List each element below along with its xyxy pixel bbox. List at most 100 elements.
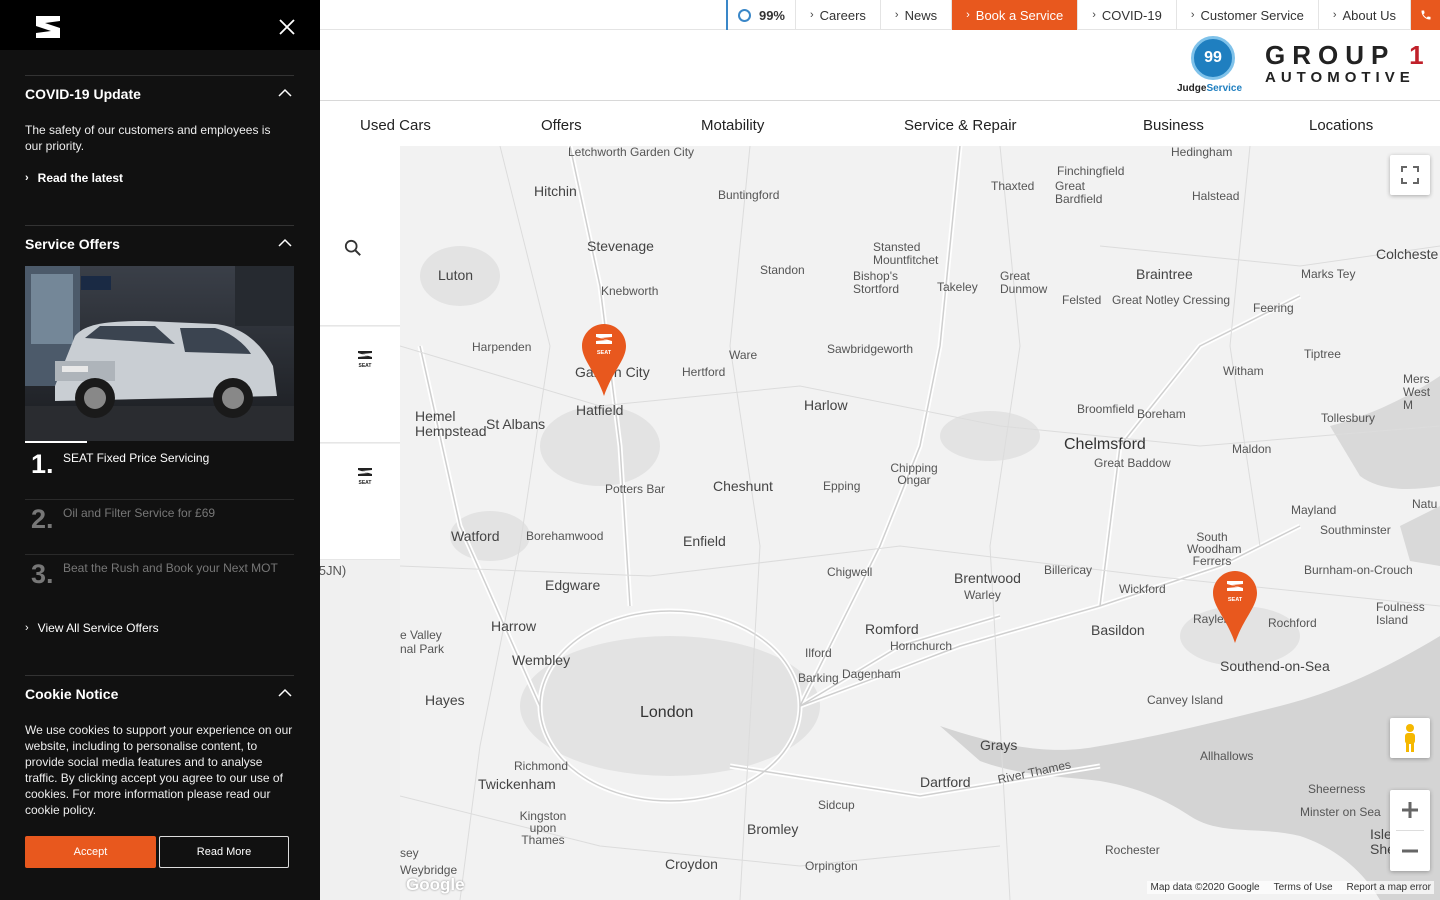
- fullscreen-button[interactable]: [1390, 155, 1430, 195]
- nav-business[interactable]: Business: [1143, 117, 1204, 134]
- terms-link[interactable]: Terms of Use: [1274, 882, 1333, 893]
- svg-text:SEAT: SEAT: [597, 350, 612, 356]
- google-logo[interactable]: Google: [406, 875, 465, 895]
- dealer-map[interactable]: Letchworth Garden City Hitchin Stevenage…: [400, 146, 1440, 900]
- service-offers-title[interactable]: Service Offers: [25, 236, 120, 252]
- map-label: Halstead: [1192, 189, 1240, 203]
- pegman-icon: [1405, 724, 1415, 752]
- map-label: Feering: [1253, 301, 1294, 315]
- map-label: Great Dunmow: [1000, 269, 1048, 296]
- accept-cookies-button[interactable]: Accept: [25, 836, 156, 868]
- map-label: Twickenham: [478, 776, 556, 792]
- rating-ring-icon: [737, 8, 751, 22]
- map-label: Letchworth Garden City: [568, 146, 695, 159]
- map-attribution: Map data ©2020 Google Terms of Use Repor…: [1147, 881, 1434, 894]
- offer-number: 2.: [31, 504, 54, 534]
- map-label: Canvey Island: [1147, 693, 1224, 707]
- map-label: Watford: [451, 528, 500, 544]
- dealer-map-pin[interactable]: SEAT: [582, 324, 626, 396]
- chevron-up-icon[interactable]: [278, 238, 292, 247]
- svg-text:SEAT: SEAT: [1228, 597, 1243, 603]
- section-divider: [25, 225, 294, 226]
- utility-bar: 99% › Careers › News › Book a Service › COVI…: [320, 0, 1440, 30]
- section-divider: [25, 675, 294, 676]
- map-label: Maldon: [1232, 442, 1272, 456]
- map-label: Standon: [760, 263, 805, 277]
- nav-service-repair[interactable]: Service & Repair: [904, 117, 1017, 134]
- topbar-link-book-service[interactable]: › Book a Service: [951, 0, 1078, 30]
- nav-offers[interactable]: Offers: [541, 117, 582, 134]
- rating-badge[interactable]: 99%: [725, 0, 795, 30]
- map-label: Chipping Ongar: [890, 461, 938, 487]
- phone-button[interactable]: [1410, 0, 1440, 30]
- map-label: Tiptree: [1304, 347, 1341, 361]
- map-label: Wickford: [1119, 582, 1166, 596]
- zoom-out-button[interactable]: [1390, 831, 1430, 871]
- map-label: Dagenham: [842, 667, 901, 681]
- map-label: Hemel Hempstead: [415, 408, 487, 439]
- map-label: Romford: [865, 621, 919, 637]
- topbar-link-customer-service[interactable]: › Customer Service: [1175, 0, 1318, 30]
- map-label: Hatfield: [576, 402, 624, 418]
- judge-service-label: JudgeService: [1177, 83, 1243, 94]
- judge-service-logo[interactable]: 99 JudgeService: [1175, 36, 1255, 96]
- read-latest-link[interactable]: › Read the latest: [25, 171, 123, 185]
- fullscreen-icon: [1401, 166, 1419, 184]
- nav-locations[interactable]: Locations: [1309, 117, 1373, 134]
- map-label: Chelmsford: [1064, 436, 1146, 453]
- chevron-up-icon[interactable]: [278, 688, 292, 697]
- nav-used-cars[interactable]: Used Cars: [360, 117, 431, 134]
- map-label: Hornchurch: [890, 639, 953, 653]
- map-label: Croydon: [665, 856, 718, 872]
- map-label: Cheshunt: [713, 478, 773, 494]
- service-offer-image[interactable]: [25, 266, 294, 441]
- seat-logo-icon[interactable]: [34, 14, 62, 40]
- map-label: Wembley: [512, 652, 571, 668]
- service-offer-item[interactable]: 1. SEAT Fixed Price Servicing: [25, 445, 294, 500]
- read-more-button[interactable]: Read More: [159, 836, 289, 868]
- map-label: Buntingford: [718, 188, 780, 202]
- covid-section-title[interactable]: COVID-19 Update: [25, 86, 141, 102]
- map-label: Rochford: [1268, 616, 1317, 630]
- map-label: Felsted: [1062, 293, 1102, 307]
- map-label: Chigwell: [827, 565, 873, 579]
- street-view-button[interactable]: [1390, 718, 1430, 758]
- dealer-card[interactable]: SEAT: [320, 444, 400, 560]
- map-label: Great Notley Cressing: [1112, 293, 1231, 307]
- topbar-link-label: Careers: [819, 7, 866, 23]
- link-label: View All Service Offers: [37, 621, 159, 635]
- service-offer-item[interactable]: 2. Oil and Filter Service for £69: [25, 500, 294, 555]
- report-error-link[interactable]: Report a map error: [1347, 882, 1431, 893]
- chevron-up-icon[interactable]: [278, 88, 292, 97]
- map-label: Mayland: [1291, 503, 1337, 517]
- zoom-in-button[interactable]: [1390, 790, 1430, 830]
- covid-section-text: The safety of our customers and employee…: [25, 123, 271, 153]
- map-label: e Valley nal Park: [400, 628, 445, 656]
- topbar-link-news[interactable]: › News: [879, 0, 951, 30]
- nav-motability[interactable]: Motability: [701, 117, 764, 134]
- zoom-control: [1390, 790, 1430, 871]
- service-offer-item[interactable]: 3. Beat the Rush and Book your Next MOT: [25, 555, 294, 610]
- map-label: Sheerness: [1308, 782, 1366, 796]
- topbar-link-covid[interactable]: › COVID-19: [1077, 0, 1176, 30]
- topbar-link-label: Book a Service: [975, 7, 1064, 23]
- map-label: Grays: [980, 737, 1018, 753]
- map-label: Kingston upon Thames: [519, 809, 567, 847]
- map-label: sey: [400, 846, 419, 860]
- topbar-link-careers[interactable]: › Careers: [795, 0, 880, 30]
- dealer-map-pin[interactable]: SEAT: [1213, 571, 1257, 643]
- search-icon[interactable]: [344, 239, 362, 257]
- group1-automotive-logo[interactable]: GROUP 1 AUTOMOTIVE: [1265, 40, 1435, 90]
- map-label: Harpenden: [472, 340, 532, 354]
- close-icon[interactable]: [278, 18, 296, 36]
- offer-text: Oil and Filter Service for £69: [63, 506, 216, 520]
- chevron-right-icon: ›: [894, 9, 899, 21]
- map-label: Potters Bar: [605, 482, 666, 496]
- link-label: Read the latest: [37, 171, 124, 185]
- topbar-link-about[interactable]: › About Us: [1317, 0, 1410, 30]
- topbar-link-label: Customer Service: [1200, 7, 1304, 23]
- view-all-offers-link[interactable]: › View All Service Offers: [25, 621, 159, 635]
- cookie-notice-title[interactable]: Cookie Notice: [25, 686, 118, 702]
- chevron-right-icon: ›: [25, 172, 29, 184]
- dealer-card[interactable]: SEAT AL9 5JN): [292, 327, 400, 578]
